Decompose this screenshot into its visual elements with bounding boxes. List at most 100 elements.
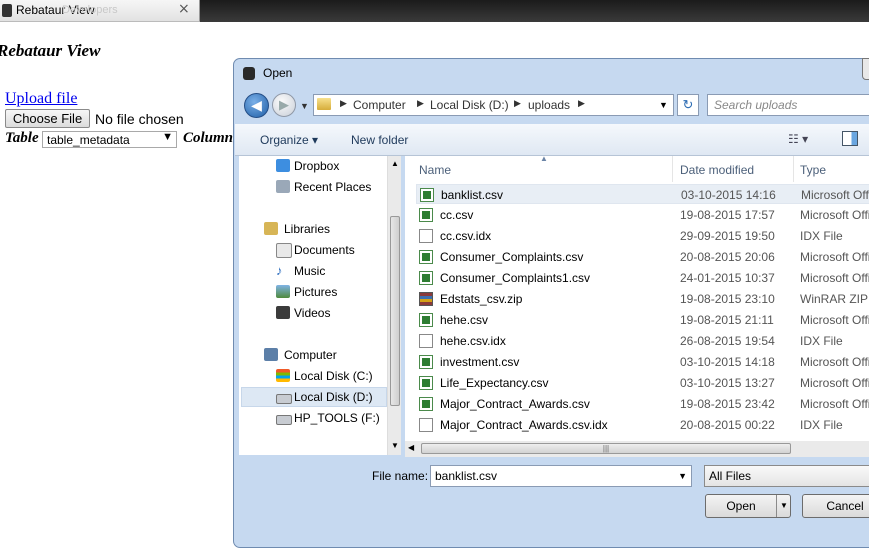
file-name: Consumer_Complaints1.csv: [440, 271, 591, 285]
upload-file-link[interactable]: Upload file: [5, 90, 77, 108]
column-label: Column: [183, 130, 234, 146]
nav-item-hp-tools-f[interactable]: HP_TOOLS (F:): [294, 411, 380, 425]
breadcrumb-separator-icon[interactable]: ▶: [578, 98, 585, 109]
app-icon: [2, 4, 12, 17]
file-row[interactable]: cc.csv 19-08-2015 17:57 Microsoft Office: [416, 205, 869, 225]
excel-csv-icon: [419, 313, 433, 327]
file-row[interactable]: Major_Contract_Awards.csv.idx 20-08-2015…: [416, 415, 869, 435]
browser-tab[interactable]: Rebataur View Developers ×: [0, 0, 200, 22]
browser-tab-strip: Rebataur View Developers ×: [0, 0, 869, 22]
file-row-banklist-csv[interactable]: banklist.csv 03-10-2015 14:16 Microsoft …: [416, 184, 869, 204]
nav-scrollbar-thumb[interactable]: [390, 216, 400, 406]
file-type: Microsoft Office: [801, 188, 869, 202]
back-arrow-icon[interactable]: ◀: [244, 93, 269, 118]
table-label: Table: [5, 130, 39, 146]
search-input[interactable]: Search uploads: [707, 94, 869, 116]
column-divider[interactable]: [672, 156, 673, 182]
videos-icon: [276, 306, 290, 319]
computer-icon: [264, 348, 278, 361]
file-row[interactable]: cc.csv.idx 29-09-2015 19:50 IDX File: [416, 226, 869, 246]
drive-icon: [276, 394, 292, 404]
horizontal-scrollbar-thumb[interactable]: |||: [421, 443, 791, 454]
nav-item-documents[interactable]: Documents: [294, 243, 355, 257]
file-row[interactable]: Major_Contract_Awards.csv 19-08-2015 23:…: [416, 394, 869, 414]
open-button-label: Open: [726, 499, 756, 513]
file-date: 29-09-2015 19:50: [680, 229, 775, 243]
nav-item-local-disk-c[interactable]: Local Disk (C:): [294, 369, 373, 383]
organize-button[interactable]: Organize ▾: [260, 133, 318, 147]
excel-csv-icon: [419, 208, 433, 222]
scroll-left-icon[interactable]: ◀: [408, 443, 414, 452]
chevron-down-icon[interactable]: ▼: [678, 471, 687, 481]
nav-item-local-disk-d[interactable]: Local Disk (D:): [294, 390, 373, 404]
file-row[interactable]: Consumer_Complaints.csv 20-08-2015 20:06…: [416, 247, 869, 267]
column-header-date-modified[interactable]: Date modified: [680, 163, 754, 177]
file-name: banklist.csv: [441, 188, 504, 202]
breadcrumb-separator-icon[interactable]: ▶: [417, 98, 424, 109]
breadcrumb-local-disk-d[interactable]: Local Disk (D:): [430, 98, 509, 112]
column-divider[interactable]: [793, 156, 794, 182]
file-name-input[interactable]: banklist.csv ▼: [430, 465, 692, 487]
file-date: 03-10-2015 14:18: [680, 355, 775, 369]
horizontal-scrollbar[interactable]: ◀ |||: [405, 441, 869, 457]
recent-locations-dropdown-icon[interactable]: ▼: [300, 101, 309, 111]
file-row[interactable]: Edstats_csv.zip 19-08-2015 23:10 WinRAR …: [416, 289, 869, 309]
file-date: 19-08-2015 21:11: [680, 313, 774, 327]
breadcrumb-uploads[interactable]: uploads: [528, 98, 570, 112]
file-type-filter-value: All Files: [709, 469, 752, 483]
file-name-label: File name:: [372, 469, 429, 483]
folder-icon: [317, 98, 331, 110]
file-type-filter[interactable]: All Files: [704, 465, 869, 487]
blank-file-icon: [419, 334, 433, 348]
nav-item-music[interactable]: Music: [294, 264, 325, 278]
open-button[interactable]: Open ▼: [705, 494, 791, 518]
close-tab-icon[interactable]: ×: [178, 1, 190, 17]
cancel-button[interactable]: Cancel: [802, 494, 869, 518]
nav-item-dropbox[interactable]: Dropbox: [294, 159, 339, 173]
chevron-down-icon[interactable]: ▼: [659, 100, 668, 110]
breadcrumb-computer[interactable]: Computer: [353, 98, 406, 112]
open-options-dropdown-icon[interactable]: ▼: [776, 495, 791, 517]
new-folder-button[interactable]: New folder: [351, 133, 408, 147]
file-row[interactable]: Life_Expectancy.csv 03-10-2015 13:27 Mic…: [416, 373, 869, 393]
tab-ghost-text: Developers: [62, 4, 118, 16]
refresh-icon[interactable]: ↻: [677, 94, 699, 116]
file-name: Major_Contract_Awards.csv.idx: [440, 418, 608, 432]
file-row[interactable]: hehe.csv 19-08-2015 21:11 Microsoft Offi…: [416, 310, 869, 330]
file-type: Microsoft Office: [800, 250, 869, 264]
column-header-name[interactable]: Name: [419, 163, 451, 177]
file-date: 20-08-2015 00:22: [680, 418, 775, 432]
excel-csv-icon: [419, 397, 433, 411]
nav-item-computer[interactable]: Computer: [284, 348, 337, 362]
nav-scrollbar[interactable]: ▲ ▼: [387, 156, 401, 455]
table-select-value: table_metadata: [47, 133, 130, 147]
breadcrumb-separator-icon[interactable]: ▶: [340, 98, 347, 109]
nav-item-videos[interactable]: Videos: [294, 306, 330, 320]
recent-places-icon: [276, 180, 290, 193]
choose-file-button[interactable]: Choose File: [5, 109, 90, 128]
scroll-up-icon[interactable]: ▲: [391, 159, 399, 168]
nav-item-recent-places[interactable]: Recent Places: [294, 180, 371, 194]
breadcrumb-separator-icon[interactable]: ▶: [514, 98, 521, 109]
excel-csv-icon: [419, 250, 433, 264]
drive-icon: [276, 369, 290, 382]
address-bar[interactable]: ▶ Computer ▶ Local Disk (D:) ▶ uploads ▶…: [313, 94, 674, 116]
file-type: Microsoft Office: [800, 355, 869, 369]
column-header-type[interactable]: Type: [800, 163, 826, 177]
change-view-icon[interactable]: ☷ ▾: [788, 132, 808, 146]
file-type: Microsoft Office: [800, 271, 869, 285]
file-row[interactable]: investment.csv 03-10-2015 14:18 Microsof…: [416, 352, 869, 372]
file-date: 03-10-2015 14:16: [681, 188, 776, 202]
preview-pane-icon[interactable]: [842, 131, 858, 146]
file-name: Life_Expectancy.csv: [440, 376, 549, 390]
forward-arrow-icon[interactable]: ▶: [272, 93, 296, 117]
scroll-down-icon[interactable]: ▼: [391, 441, 399, 450]
file-row[interactable]: hehe.csv.idx 26-08-2015 19:54 IDX File: [416, 331, 869, 351]
nav-item-libraries[interactable]: Libraries: [284, 222, 330, 236]
file-date: 24-01-2015 10:37: [680, 271, 775, 285]
table-select[interactable]: table_metadata ▼: [42, 131, 177, 148]
close-button[interactable]: [862, 58, 869, 80]
file-row[interactable]: Consumer_Complaints1.csv 24-01-2015 10:3…: [416, 268, 869, 288]
file-type: Microsoft Office: [800, 313, 869, 327]
nav-item-pictures[interactable]: Pictures: [294, 285, 337, 299]
